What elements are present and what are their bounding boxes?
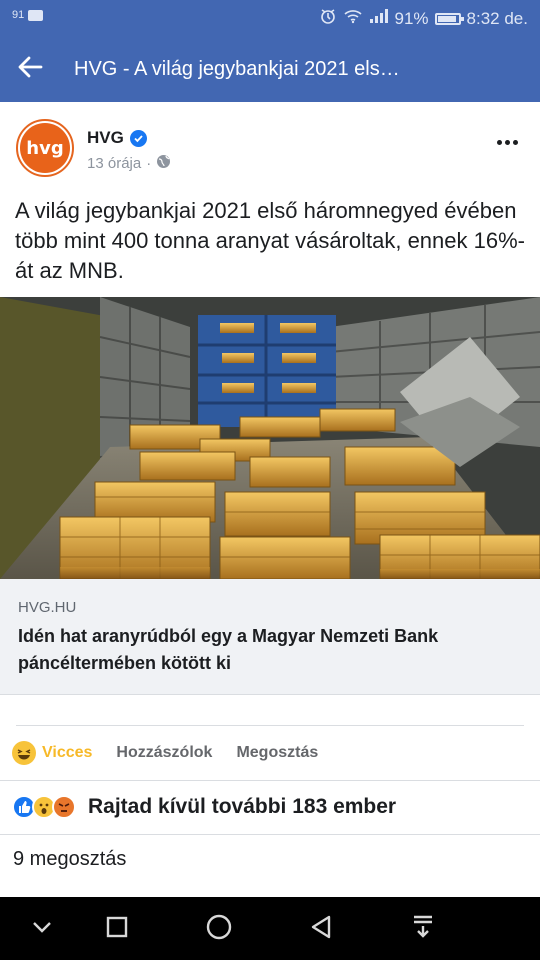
gold-vault-photo [0, 297, 540, 579]
battery-percent: 91% [394, 8, 429, 28]
screen-record-icon [28, 9, 44, 21]
system-nav-bar [0, 897, 540, 960]
divider [16, 725, 524, 726]
globe-icon [156, 154, 171, 173]
more-dot [504, 139, 510, 145]
more-dot [512, 139, 518, 145]
status-right: 91% 8:32 de. [319, 7, 528, 30]
link-preview[interactable]: HVG.HU Idén hat aranyrúdból egy a Magyar… [0, 579, 540, 695]
comment-button[interactable]: Hozzászólok [116, 744, 212, 762]
page-name[interactable]: HVG [87, 128, 124, 148]
share-count[interactable]: 9 megosztás [13, 848, 126, 871]
nav-back-button[interactable] [303, 911, 339, 947]
link-title: Idén hat aranyrúdból egy a Magyar Nemzet… [18, 626, 439, 673]
reactions-summary[interactable]: Rajtad kívül további 183 ember [12, 792, 396, 822]
signal-icon [369, 8, 389, 29]
post-meta: 13 órája · [87, 154, 171, 173]
wifi-icon [343, 8, 363, 29]
post-header: hvg HVG 13 órája · [0, 102, 540, 188]
more-options-button[interactable] [492, 130, 522, 154]
meta-separator: · [146, 155, 152, 172]
header-title: HVG - A világ jegybankjai 2021 els… [74, 57, 400, 80]
post-time[interactable]: 13 órája [87, 155, 141, 172]
share-button[interactable]: Megosztás [236, 744, 318, 762]
verified-badge-icon [129, 129, 147, 147]
divider [0, 780, 540, 781]
reaction-button[interactable]: Vicces [12, 741, 92, 765]
post-text: A világ jegybankjai 2021 első háromnegye… [15, 198, 525, 283]
arrow-left-icon [17, 56, 43, 83]
nav-recents-button[interactable] [99, 911, 135, 947]
page-avatar[interactable]: hvg [16, 119, 74, 177]
haha-reaction-icon [12, 741, 36, 765]
pull-down-icon [411, 914, 435, 945]
status-time: 8:32 de. [466, 8, 528, 28]
share-label: Megosztás [236, 744, 319, 761]
notification-count: 91 [12, 9, 25, 21]
nav-home-button[interactable] [201, 911, 237, 947]
avatar-logo: hvg [20, 123, 70, 173]
angry-reaction-icon [52, 795, 76, 819]
page-name-row: HVG [87, 128, 147, 148]
divider [0, 834, 540, 835]
status-left: 91 [12, 9, 44, 21]
top-bar: 91 91% 8:32 de. HVG - A világ jegybankja… [0, 0, 540, 102]
link-domain: HVG.HU [18, 599, 77, 616]
back-button[interactable] [0, 36, 60, 102]
alarm-icon [319, 7, 337, 30]
reaction-icons [12, 795, 76, 819]
nav-notification-button[interactable] [405, 911, 441, 947]
comment-label: Hozzászólok [116, 744, 213, 761]
reaction-label: Vicces [42, 744, 93, 761]
nav-collapse-button[interactable] [24, 911, 60, 947]
more-dot [496, 139, 502, 145]
status-bar: 91 91% 8:32 de. [0, 0, 540, 36]
reactions-text: Rajtad kívül további 183 ember [88, 795, 397, 818]
battery-icon [434, 12, 464, 25]
square-icon [105, 915, 129, 944]
circle-icon [205, 913, 233, 946]
triangle-back-icon [309, 914, 333, 945]
post-image[interactable] [0, 297, 540, 579]
chevron-down-icon [31, 920, 53, 939]
action-bar: Vicces Hozzászólok Megosztás [12, 738, 342, 768]
app-header: HVG - A világ jegybankjai 2021 els… [0, 36, 540, 102]
